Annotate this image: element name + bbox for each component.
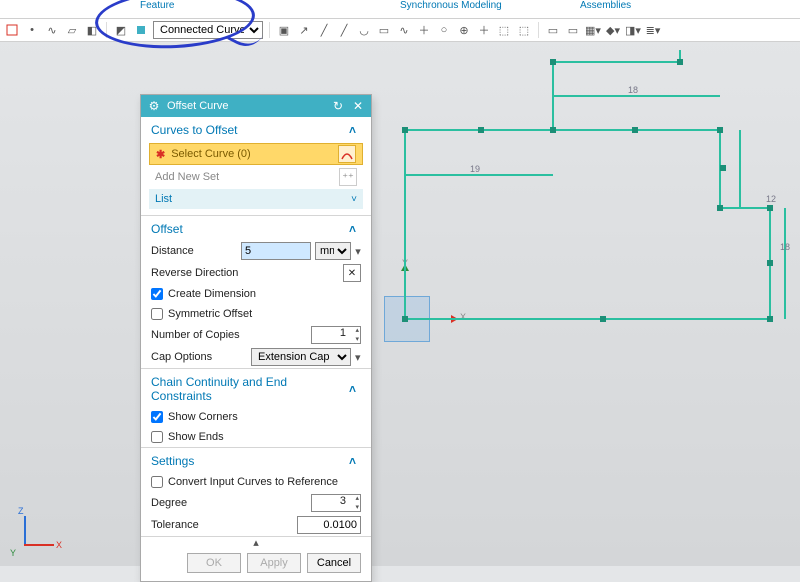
convert-ref-row: Convert Input Curves to Reference bbox=[141, 472, 371, 492]
tolerance-input[interactable] bbox=[297, 516, 361, 534]
x-axis-label: X bbox=[56, 540, 62, 550]
reverse-direction-row: Reverse Direction ✕ bbox=[141, 262, 371, 284]
dim-1: 19 bbox=[470, 164, 480, 174]
cancel-button[interactable]: Cancel bbox=[307, 553, 361, 573]
show-corners-row: Show Corners bbox=[141, 407, 371, 427]
chevron-up-icon: ˄ bbox=[349, 123, 363, 137]
offset-curve-dialog: ⚙ Offset Curve ↻ ✕ Curves to Offset ˄ ✱ … bbox=[140, 94, 372, 582]
chevron-up-icon: ˄ bbox=[349, 222, 363, 236]
apply-button[interactable]: Apply bbox=[247, 553, 301, 573]
symmetric-offset-checkbox[interactable] bbox=[151, 308, 163, 320]
show-ends-checkbox[interactable] bbox=[151, 431, 163, 443]
convert-ref-checkbox[interactable] bbox=[151, 476, 163, 488]
symmetric-offset-row: Symmetric Offset bbox=[141, 304, 371, 324]
section-curves-to-offset[interactable]: Curves to Offset ˄ bbox=[141, 117, 371, 141]
x-axis-icon bbox=[24, 544, 54, 546]
list-row[interactable]: List ˅ bbox=[149, 189, 363, 209]
dialog-titlebar[interactable]: ⚙ Offset Curve ↻ ✕ bbox=[141, 95, 371, 117]
create-dimension-checkbox[interactable] bbox=[151, 288, 163, 300]
dim-4: 18 bbox=[780, 242, 790, 252]
select-curve-row[interactable]: ✱ Select Curve (0) bbox=[149, 143, 363, 165]
curve-icon[interactable] bbox=[338, 145, 356, 163]
reverse-direction-button[interactable]: ✕ bbox=[343, 264, 361, 282]
chevron-up-icon: ˄ bbox=[349, 454, 363, 468]
close-icon[interactable]: ✕ bbox=[351, 99, 365, 113]
ok-button[interactable]: OK bbox=[187, 553, 241, 573]
cap-options-row: Cap Options Extension Cap ▾ bbox=[141, 346, 371, 368]
section-settings[interactable]: Settings ˄ bbox=[141, 448, 371, 472]
y-axis-label: Y bbox=[10, 548, 16, 558]
z-axis-label: Z bbox=[18, 506, 24, 516]
section-chain[interactable]: Chain Continuity and End Constraints ˄ bbox=[141, 369, 371, 407]
degree-input[interactable]: 3 bbox=[311, 494, 361, 512]
distance-menu-icon[interactable]: ▾ bbox=[355, 245, 361, 258]
distance-input[interactable] bbox=[241, 242, 311, 260]
z-axis-icon bbox=[24, 516, 26, 546]
gear-icon[interactable]: ⚙ bbox=[147, 99, 161, 113]
show-corners-checkbox[interactable] bbox=[151, 411, 163, 423]
dialog-resize-grip[interactable]: ▴ bbox=[141, 537, 371, 547]
cap-options-menu-icon[interactable]: ▾ bbox=[355, 351, 361, 364]
add-set-icon[interactable]: ⁺⁺ bbox=[339, 168, 357, 186]
reset-icon[interactable]: ↻ bbox=[331, 99, 345, 113]
section-offset[interactable]: Offset ˄ bbox=[141, 216, 371, 240]
dialog-title: Offset Curve bbox=[167, 100, 325, 112]
cap-options-select[interactable]: Extension Cap bbox=[251, 348, 351, 366]
show-ends-row: Show Ends bbox=[141, 427, 371, 447]
chevron-up-icon: ˄ bbox=[349, 382, 363, 396]
add-new-set-row[interactable]: Add New Set ⁺⁺ bbox=[149, 167, 363, 187]
num-copies-input[interactable]: 1 bbox=[311, 326, 361, 344]
num-copies-row: Number of Copies 1 bbox=[141, 324, 371, 346]
create-dimension-row: Create Dimension bbox=[141, 284, 371, 304]
graphics-canvas[interactable]: X Y 19 18 12 18 bbox=[0, 0, 800, 566]
dim-3: 12 bbox=[766, 194, 776, 204]
degree-row: Degree 3 bbox=[141, 492, 371, 514]
dim-2: 18 bbox=[628, 85, 638, 95]
required-asterisk-icon: ✱ bbox=[156, 148, 165, 161]
distance-row: Distance mm ▾ bbox=[141, 240, 371, 262]
sketch-polyline: 19 18 12 18 bbox=[0, 0, 800, 566]
tolerance-row: Tolerance bbox=[141, 514, 371, 536]
distance-unit[interactable]: mm bbox=[315, 242, 351, 260]
chevron-down-icon: ˅ bbox=[351, 194, 357, 205]
